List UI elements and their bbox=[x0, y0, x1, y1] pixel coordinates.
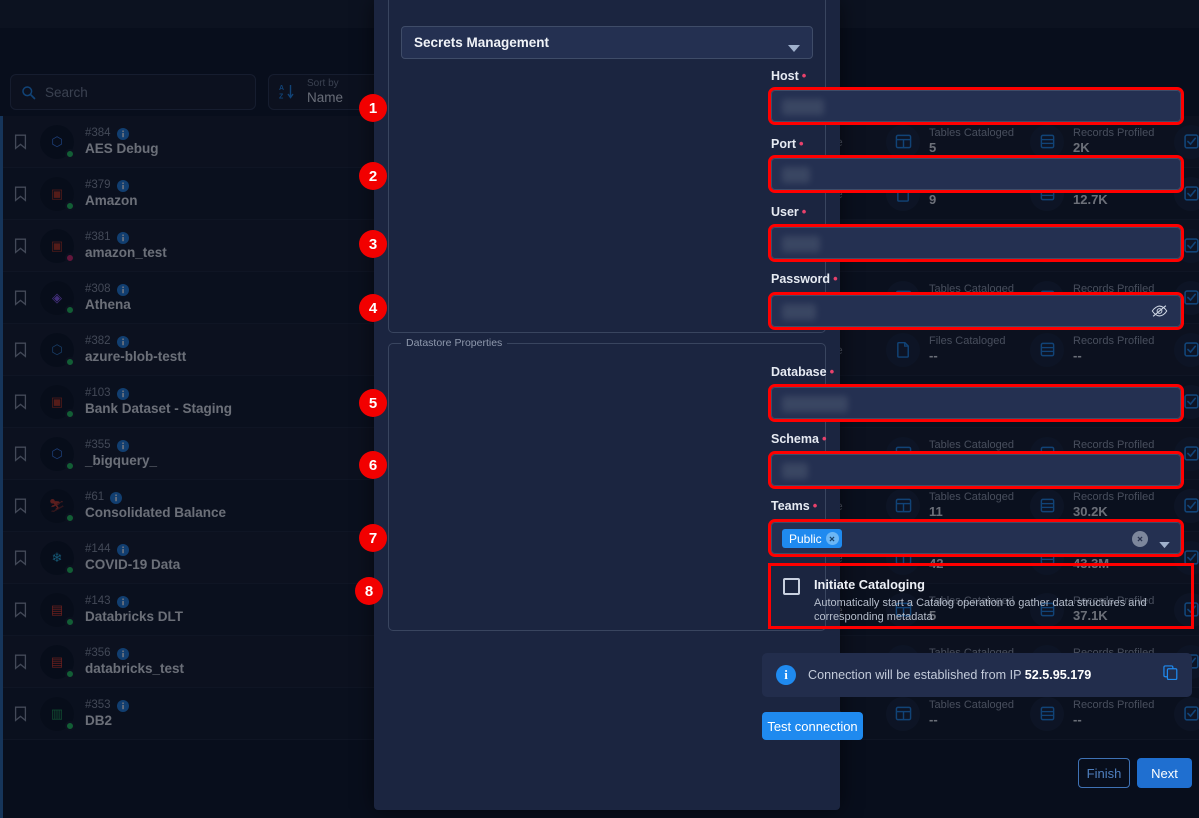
host-label: Host • bbox=[771, 68, 807, 83]
port-input[interactable] bbox=[768, 155, 1184, 193]
annotation-badge-5: 5 bbox=[359, 389, 387, 417]
connection-ip-text: Connection will be established from IP 5… bbox=[808, 668, 1151, 682]
database-label: Database • bbox=[771, 364, 835, 379]
schema-input[interactable] bbox=[768, 451, 1184, 489]
team-chip-label: Public bbox=[789, 531, 822, 546]
connection-ip-banner: i Connection will be established from IP… bbox=[762, 653, 1192, 697]
user-input[interactable] bbox=[768, 224, 1184, 262]
schema-value-masked bbox=[782, 463, 808, 479]
annotation-badge-6: 6 bbox=[359, 451, 387, 479]
initiate-cataloging-title: Initiate Cataloging bbox=[814, 577, 925, 592]
connection-ip-prefix: Connection will be established from IP bbox=[808, 668, 1022, 682]
port-value-masked bbox=[782, 167, 810, 183]
host-value-masked bbox=[782, 99, 824, 115]
password-label: Password • bbox=[771, 271, 838, 286]
connection-ip-value: 52.5.95.179 bbox=[1024, 668, 1092, 682]
connection-wizard-modal: Connection Properties Secrets Management… bbox=[374, 0, 1194, 810]
chip-remove-icon[interactable] bbox=[825, 532, 839, 545]
user-value-masked bbox=[782, 236, 820, 252]
required-mark: • bbox=[833, 271, 838, 286]
password-input[interactable] bbox=[768, 292, 1184, 330]
required-mark: • bbox=[812, 498, 818, 513]
host-input[interactable] bbox=[768, 87, 1184, 125]
datastore-properties-legend: Datastore Properties bbox=[401, 337, 508, 349]
annotation-badge-7: 7 bbox=[359, 524, 387, 552]
password-value-masked bbox=[782, 304, 816, 320]
annotation-badge-2: 2 bbox=[359, 162, 387, 190]
annotation-badge-3: 3 bbox=[359, 230, 387, 258]
eye-off-icon[interactable] bbox=[1151, 304, 1168, 323]
chevron-down-icon bbox=[788, 41, 800, 56]
port-label: Port • bbox=[771, 136, 804, 151]
schema-label: Schema • bbox=[771, 431, 827, 446]
required-mark: • bbox=[829, 364, 835, 379]
required-mark: • bbox=[801, 68, 807, 83]
initiate-cataloging-checkbox[interactable] bbox=[783, 578, 800, 595]
clear-teams-icon[interactable] bbox=[1132, 531, 1148, 547]
annotation-badge-1: 1 bbox=[359, 94, 387, 122]
datastore-properties-group: Datastore Properties bbox=[388, 337, 826, 631]
secrets-management-select[interactable]: Secrets Management bbox=[401, 26, 813, 59]
database-input[interactable] bbox=[768, 384, 1184, 422]
teams-label: Teams • bbox=[771, 498, 818, 513]
teams-chevron-down-icon[interactable] bbox=[1159, 536, 1170, 554]
required-mark: • bbox=[801, 204, 807, 219]
copy-icon[interactable] bbox=[1163, 665, 1178, 685]
teams-input[interactable]: Public bbox=[768, 519, 1184, 557]
info-icon: i bbox=[776, 665, 796, 685]
test-connection-button[interactable]: Test connection bbox=[762, 712, 863, 740]
secrets-management-value: Secrets Management bbox=[414, 35, 550, 50]
screen-root: Search A Z Sort by Name ⬡#384AES DebugeT… bbox=[0, 0, 1199, 818]
annotation-badge-4: 4 bbox=[359, 294, 387, 322]
next-button[interactable]: Next bbox=[1137, 758, 1192, 788]
required-mark: • bbox=[799, 136, 804, 151]
finish-button[interactable]: Finish bbox=[1078, 758, 1130, 788]
initiate-cataloging-card[interactable]: Initiate Cataloging Automatically start … bbox=[768, 563, 1194, 629]
user-label: User • bbox=[771, 204, 807, 219]
annotation-badge-8: 8 bbox=[355, 577, 383, 605]
initiate-cataloging-description: Automatically start a Catalog operation … bbox=[814, 597, 1147, 624]
team-chip-public[interactable]: Public bbox=[782, 529, 842, 548]
database-value-masked bbox=[782, 396, 848, 412]
required-mark: • bbox=[821, 431, 827, 446]
